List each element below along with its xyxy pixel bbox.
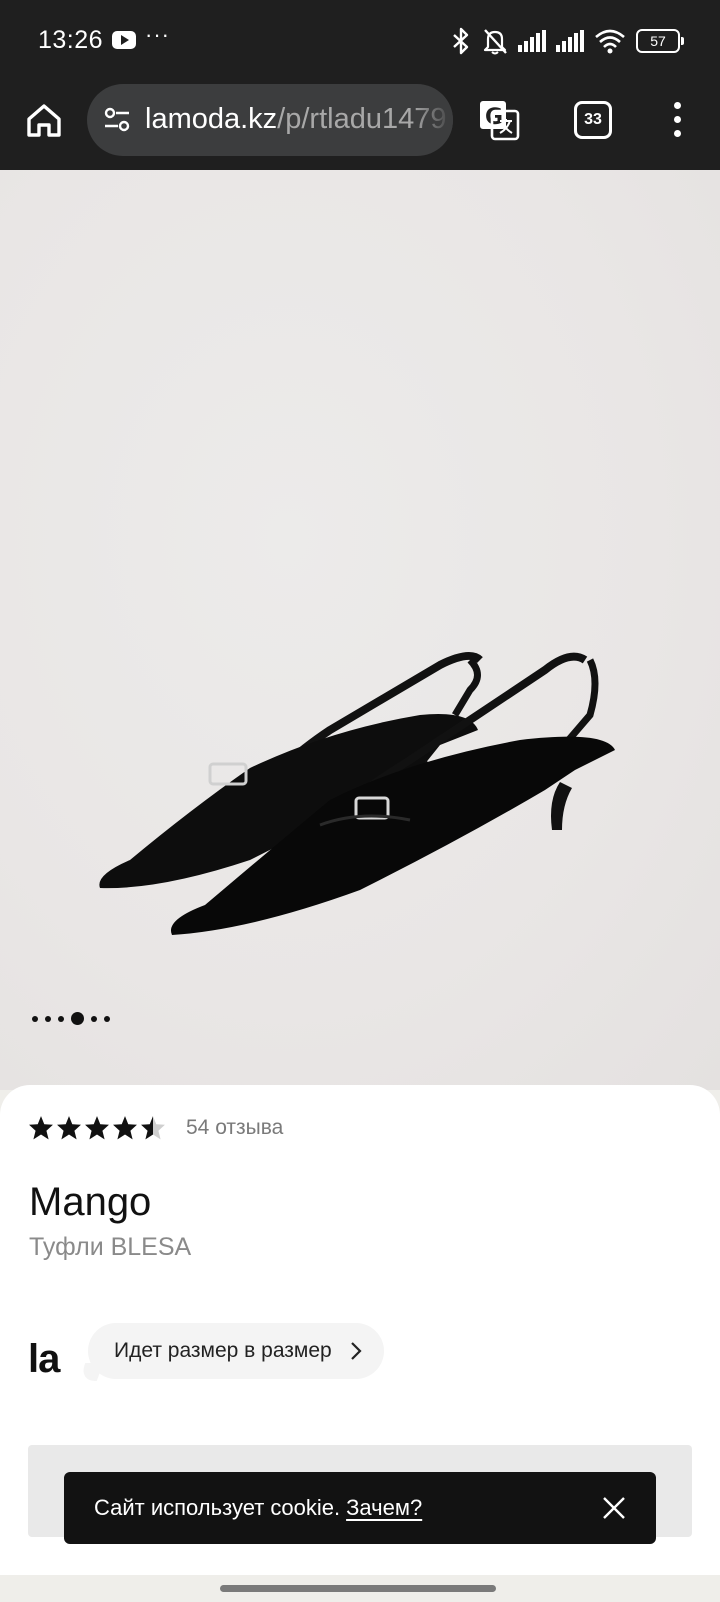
lamoda-logo: la [28,1337,60,1381]
url-text[interactable]: lamoda.kz/p/rtladu1479 [145,103,446,136]
site-settings-icon[interactable] [103,106,131,134]
youtube-icon [112,31,136,49]
wifi-icon [595,29,625,54]
pager-dot [32,1015,38,1022]
pager-dot [58,1015,64,1022]
url-fade [413,84,453,156]
more-vert-icon[interactable] [670,102,684,142]
review-count[interactable]: 54 отзыва [186,1116,283,1140]
status-icons: 57 [450,24,684,58]
more-notifications-icon: ··· [145,22,170,47]
silent-bell-icon [483,29,507,55]
signal-icon [556,30,584,52]
cookie-text: Сайт использует cookie. [94,1495,341,1520]
star-icon [85,1116,109,1140]
translate-icon[interactable]: G [478,99,520,141]
close-icon[interactable] [602,1496,626,1520]
gallery-pager[interactable] [32,1012,110,1025]
status-bar: 13:26 ··· 57 [0,0,720,82]
url-domain: lamoda.kz [145,103,278,135]
cookie-why-link[interactable]: Зачем? [346,1495,422,1521]
pager-dot [91,1015,97,1022]
signal-icon [518,30,546,52]
battery-level: 57 [650,33,666,49]
pager-dot [71,1012,84,1025]
fit-hint-text: Идет размер в размер [114,1339,332,1362]
nav-bar [0,1575,720,1602]
svg-text:G: G [485,105,503,130]
pager-dot [104,1015,110,1022]
home-icon[interactable] [24,100,64,140]
address-bar[interactable]: lamoda.kz/p/rtladu1479 [87,84,453,156]
rating-row[interactable]: 54 отзыва [28,1115,283,1141]
star-icon [57,1116,81,1140]
pager-dot [45,1015,51,1022]
product-image[interactable] [0,170,720,1090]
bluetooth-icon [453,27,469,55]
tabs-button[interactable]: 33 [574,101,612,139]
battery-icon: 57 [636,29,684,53]
rating-stars [28,1115,166,1141]
browser-toolbar: lamoda.kz/p/rtladu1479 G 33 [0,82,720,170]
star-icon [141,1116,165,1140]
product-title: Туфли BLESA [29,1233,192,1261]
shoes-illustration [99,652,615,935]
status-time: 13:26 [38,26,104,54]
star-icon [113,1116,137,1140]
star-icon [29,1116,53,1140]
fit-hint-button[interactable]: Идет размер в размер [88,1323,384,1379]
gesture-handle[interactable] [220,1585,496,1592]
brand-name[interactable]: Mango [29,1180,151,1225]
chevron-right-icon [350,1342,362,1360]
cookie-toast: Сайт использует cookie. Зачем? [64,1472,656,1544]
